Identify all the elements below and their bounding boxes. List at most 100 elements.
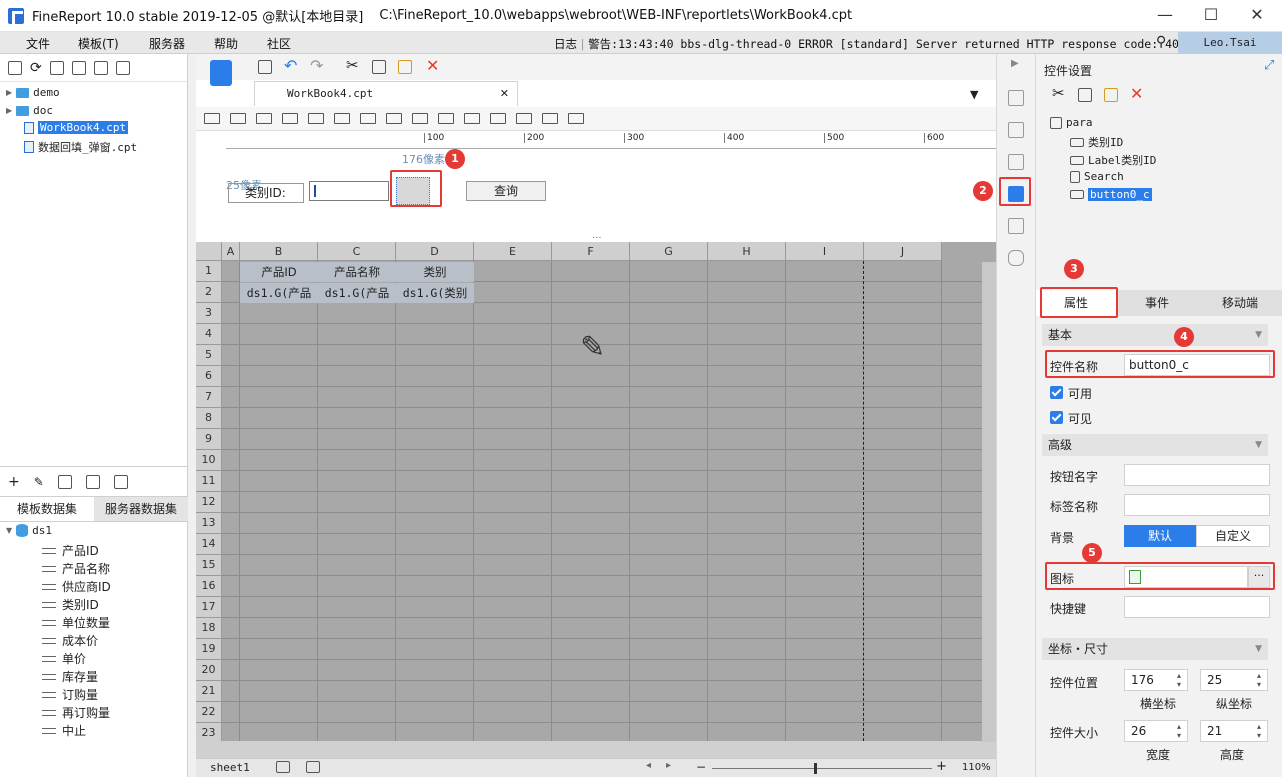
pos-y-stepper[interactable]: 25 bbox=[1200, 669, 1268, 691]
add-chart-sheet-icon[interactable] bbox=[306, 761, 320, 773]
copy-icon[interactable] bbox=[372, 60, 386, 74]
tag-name-input[interactable] bbox=[1124, 494, 1270, 516]
delete-icon[interactable] bbox=[93, 60, 108, 75]
maximize-button[interactable]: ☐ bbox=[1188, 0, 1234, 32]
collapse-panel-icon[interactable]: ▶ bbox=[1011, 58, 1019, 69]
column-header[interactable]: A bbox=[222, 242, 240, 261]
dataset-ds1[interactable]: ▼ ds1 bbox=[6, 524, 52, 537]
row-header[interactable]: 22 bbox=[196, 702, 222, 723]
prev-sheet-icon[interactable]: ◂ bbox=[646, 760, 651, 771]
tree-item-backfill[interactable]: 数据回填_弹窗.cpt bbox=[24, 139, 137, 155]
label-widget-icon[interactable] bbox=[204, 113, 220, 124]
tree-item-workbook4[interactable]: WorkBook4.cpt bbox=[24, 121, 129, 134]
radio-widget-icon[interactable] bbox=[412, 113, 428, 124]
height-stepper[interactable]: 21 bbox=[1200, 720, 1268, 742]
paste-icon[interactable] bbox=[398, 60, 412, 74]
dataset-field[interactable]: 成本价 bbox=[42, 632, 98, 649]
copy-icon[interactable] bbox=[115, 60, 130, 75]
log-bar[interactable]: 日志 | 警告:13:43:40 bbs-dlg-thread-0 ERROR … bbox=[554, 36, 1227, 52]
dataset-field[interactable]: 单位数量 bbox=[42, 614, 110, 631]
param-label-category-id[interactable]: 类别ID: bbox=[228, 183, 304, 203]
add-dataset-icon[interactable]: + bbox=[8, 474, 20, 490]
add-report-sheet-icon[interactable] bbox=[276, 761, 290, 773]
column-header[interactable]: H bbox=[708, 242, 786, 261]
tree-item-demo[interactable]: ▶ demo bbox=[6, 86, 60, 99]
menu-file[interactable]: 文件 bbox=[26, 35, 50, 52]
minimize-button[interactable]: — bbox=[1142, 0, 1188, 32]
widget-tree-root[interactable]: para bbox=[1050, 116, 1093, 129]
enabled-checkbox[interactable] bbox=[1050, 386, 1063, 399]
textarea-widget-icon[interactable] bbox=[256, 113, 272, 124]
dataset-field[interactable]: 订购量 bbox=[42, 686, 98, 703]
form-design-icon[interactable] bbox=[210, 60, 232, 86]
save-icon[interactable] bbox=[258, 60, 272, 74]
visible-checkbox[interactable] bbox=[1050, 411, 1063, 424]
column-header[interactable]: J bbox=[864, 242, 942, 261]
search-icon[interactable]: ⚲ bbox=[1156, 34, 1166, 50]
dataset-field[interactable]: 产品名称 bbox=[42, 560, 110, 577]
vertical-scrollbar[interactable] bbox=[982, 262, 996, 742]
condition-attr-icon[interactable] bbox=[1008, 218, 1024, 234]
menu-server[interactable]: 服务器 bbox=[149, 35, 185, 52]
button-name-input[interactable] bbox=[1124, 464, 1270, 486]
row-header[interactable]: 21 bbox=[196, 681, 222, 702]
column-header[interactable]: B bbox=[240, 242, 318, 261]
textbox-widget-icon[interactable] bbox=[386, 113, 402, 124]
collapse-arrow-icon[interactable]: ▼ bbox=[6, 526, 12, 535]
section-basic[interactable]: 基本 ▼ bbox=[1042, 324, 1268, 346]
pin-icon[interactable]: ▼ bbox=[970, 88, 978, 101]
background-custom-button[interactable]: 自定义 bbox=[1196, 525, 1270, 547]
background-default-button[interactable]: 默认 bbox=[1124, 525, 1196, 547]
row-header[interactable]: 9 bbox=[196, 429, 222, 450]
shortcut-input[interactable] bbox=[1124, 596, 1270, 618]
row-header[interactable]: 1 bbox=[196, 261, 222, 282]
cell-attr-icon[interactable] bbox=[1008, 90, 1024, 106]
expand-icon[interactable]: ⤢ bbox=[1264, 58, 1274, 73]
lab-widget-icon[interactable] bbox=[230, 113, 246, 124]
zoom-in-icon[interactable]: + bbox=[936, 759, 947, 774]
delete-dataset-icon[interactable] bbox=[57, 474, 72, 489]
tab-events[interactable]: 事件 bbox=[1116, 290, 1198, 316]
dataset-field[interactable]: 产品ID bbox=[42, 542, 99, 559]
menu-template[interactable]: 模板(T) bbox=[78, 35, 119, 52]
log-label[interactable]: 日志 bbox=[554, 37, 577, 51]
close-window-button[interactable]: ✕ bbox=[1234, 0, 1280, 32]
checkbox-widget-icon[interactable] bbox=[438, 113, 454, 124]
row-header[interactable]: 6 bbox=[196, 366, 222, 387]
tree-item-doc[interactable]: ▶ doc bbox=[6, 104, 53, 117]
expand-arrow-icon[interactable]: ▶ bbox=[6, 106, 12, 115]
row-header[interactable]: 15 bbox=[196, 555, 222, 576]
list-widget-icon[interactable] bbox=[516, 113, 532, 124]
zoom-slider[interactable] bbox=[712, 768, 932, 769]
undo-icon[interactable]: ↶ bbox=[284, 56, 297, 75]
row-header[interactable]: 5 bbox=[196, 345, 222, 366]
tab-workbook4[interactable]: WorkBook4.cpt ✕ bbox=[254, 81, 518, 106]
refresh-icon[interactable]: ⟳ bbox=[30, 60, 42, 76]
row-header[interactable]: 2 bbox=[196, 282, 222, 303]
pos-x-stepper[interactable]: 176 bbox=[1124, 669, 1188, 691]
tree-widget-icon[interactable] bbox=[542, 113, 558, 124]
server-dataset-icon[interactable] bbox=[113, 474, 128, 489]
txt-widget-icon[interactable] bbox=[464, 113, 480, 124]
delete-icon[interactable]: ✕ bbox=[426, 56, 439, 75]
delete-icon[interactable]: ✕ bbox=[1130, 84, 1143, 103]
open-icon[interactable] bbox=[49, 60, 64, 75]
next-sheet-icon[interactable]: ▸ bbox=[666, 760, 671, 771]
zoom-out-icon[interactable]: − bbox=[696, 760, 706, 774]
dataset-field[interactable]: 中止 bbox=[42, 722, 86, 739]
column-header[interactable]: F bbox=[552, 242, 630, 261]
user-name[interactable]: Leo.Tsai bbox=[1178, 32, 1282, 54]
row-header[interactable]: 20 bbox=[196, 660, 222, 681]
row-header[interactable]: 16 bbox=[196, 576, 222, 597]
query-button[interactable]: 查询 bbox=[466, 181, 546, 201]
row-header[interactable]: 19 bbox=[196, 639, 222, 660]
more-widget-icon[interactable] bbox=[568, 113, 584, 124]
column-header[interactable]: G bbox=[630, 242, 708, 261]
widget-attr-icon[interactable] bbox=[1008, 122, 1024, 138]
settings-icon[interactable] bbox=[71, 60, 86, 75]
data-cell[interactable]: ds1.G(产品 bbox=[318, 283, 396, 303]
element-attr-icon[interactable] bbox=[1008, 154, 1024, 170]
new-folder-icon[interactable] bbox=[8, 60, 22, 75]
close-tab-icon[interactable]: ✕ bbox=[500, 82, 509, 106]
tab-mobile[interactable]: 移动端 bbox=[1198, 290, 1282, 316]
